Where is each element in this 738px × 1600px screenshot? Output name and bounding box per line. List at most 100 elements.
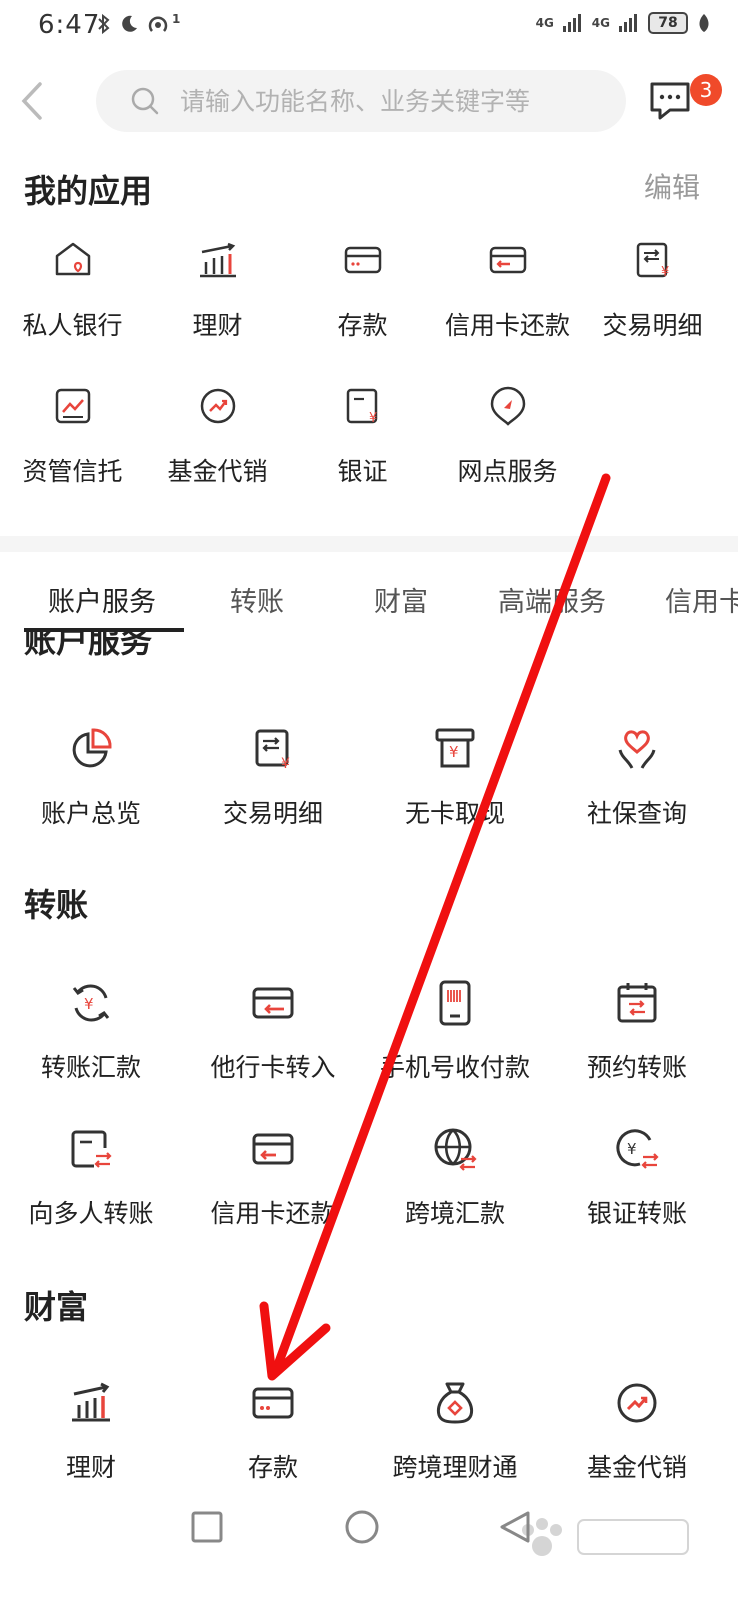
item-deposit[interactable]: 存款 — [182, 1378, 364, 1484]
wealth-chart-icon — [199, 242, 236, 278]
tab-wealth[interactable]: 财富 — [374, 580, 428, 619]
search-input[interactable] — [180, 84, 610, 118]
atm-cash-icon: ¥ — [435, 728, 475, 768]
svg-text:¥: ¥ — [449, 743, 459, 761]
category-tabs: 账户服务 转账 财富 高端服务 信用卡 — [0, 566, 738, 636]
item-cardless-cash[interactable]: ¥ 无卡取现 — [364, 724, 546, 830]
app-fund[interactable]: 基金代销 — [145, 382, 290, 512]
app-deposit[interactable]: 存款 — [290, 236, 435, 366]
transfer-remit-icon: ¥ — [72, 984, 110, 1022]
bank-securities-icon: ¥ — [346, 388, 377, 426]
app-private-bank[interactable]: 私人银行 — [0, 236, 145, 366]
tab-premium-service[interactable]: 高端服务 — [498, 580, 606, 619]
account-section-title-text: 账户服务 — [24, 630, 153, 660]
app-credit-repay[interactable]: 信用卡还款 — [435, 236, 580, 366]
tab-transfer[interactable]: 转账 — [230, 580, 284, 619]
item-transaction-detail[interactable]: ¥ 交易明细 — [182, 724, 364, 830]
fund-icon — [200, 388, 235, 424]
other-bank-card-icon — [252, 987, 294, 1019]
item-label: 交易明细 — [222, 799, 323, 828]
recent-apps-icon[interactable] — [190, 1510, 224, 1544]
app-label: 交易明细 — [602, 311, 703, 340]
message-icon[interactable] — [648, 76, 692, 126]
status-bar: 6:47 1 4G 4G 78 — [0, 0, 738, 52]
app-wealth[interactable]: 理财 — [145, 236, 290, 366]
item-credit-card-repay[interactable]: 信用卡还款 — [182, 1124, 364, 1230]
wealth-section-title: 财富 — [24, 1288, 89, 1326]
network-type-1: 4G — [535, 16, 554, 30]
item-cross-border-wealth-connect[interactable]: 跨境理财通 — [364, 1378, 546, 1484]
item-label: 无卡取现 — [404, 799, 505, 828]
asset-trust-icon — [55, 388, 90, 424]
network-type-2: 4G — [591, 16, 610, 30]
item-label: 账户总览 — [40, 799, 141, 828]
account-section-title: 账户服务 — [24, 630, 224, 662]
tab-credit-card[interactable]: 信用卡 — [665, 580, 738, 619]
app-asset-trust[interactable]: 资管信托 — [0, 382, 145, 512]
search-icon — [131, 87, 159, 115]
credit-card-repay-icon — [252, 1133, 294, 1165]
item-label: 理财 — [65, 1453, 116, 1482]
item-fund[interactable]: 基金代销 — [546, 1378, 728, 1484]
app-label: 信用卡还款 — [444, 311, 570, 340]
hotspot-icon — [148, 16, 168, 32]
svg-text:¥: ¥ — [627, 1140, 637, 1158]
money-bag-icon — [436, 1382, 474, 1424]
svg-text:¥: ¥ — [84, 995, 94, 1013]
tab-account-service[interactable]: 账户服务 — [48, 580, 156, 619]
my-apps-title: 我的应用 — [24, 172, 153, 210]
item-social-security[interactable]: 社保查询 — [546, 724, 728, 830]
app-branch-service[interactable]: 网点服务 — [435, 382, 580, 512]
item-label: 社保查询 — [586, 799, 687, 828]
app-bank-securities[interactable]: ¥ 银证 — [290, 382, 435, 512]
leaf-icon — [699, 14, 709, 32]
item-label: 存款 — [247, 1453, 298, 1482]
home-icon[interactable] — [344, 1509, 380, 1545]
item-label: 转账汇款 — [40, 1053, 141, 1082]
item-transfer-remit[interactable]: ¥ 转账汇款 — [0, 978, 182, 1084]
signal-icon — [562, 14, 581, 32]
item-label: 预约转账 — [586, 1053, 687, 1082]
transfer-section-title: 转账 — [24, 886, 89, 924]
item-label: 银证转账 — [586, 1199, 687, 1228]
app-label: 网点服务 — [457, 457, 558, 486]
item-label: 向多人转账 — [28, 1199, 154, 1228]
svg-text:¥: ¥ — [281, 756, 290, 772]
app-label: 存款 — [337, 311, 388, 340]
status-icons-right: 4G 4G 78 — [536, 12, 712, 34]
search-box[interactable] — [96, 70, 626, 132]
item-scheduled-transfer[interactable]: 预约转账 — [546, 978, 728, 1084]
securities-transfer-icon: ¥ — [616, 1129, 659, 1169]
section-divider — [0, 536, 738, 552]
item-label: 信用卡还款 — [210, 1199, 336, 1228]
back-arrow-icon[interactable] — [16, 80, 50, 122]
app-label: 私人银行 — [22, 311, 123, 340]
item-multi-transfer[interactable]: 向多人转账 — [0, 1124, 182, 1230]
item-securities-transfer[interactable]: ¥ 银证转账 — [546, 1124, 728, 1230]
item-phone-pay[interactable]: 手机号收付款 — [364, 978, 546, 1084]
phone-pay-icon — [439, 980, 471, 1026]
item-wealth[interactable]: 理财 — [0, 1378, 182, 1484]
signal-icon-2 — [619, 14, 637, 32]
item-account-overview[interactable]: 账户总览 — [0, 724, 182, 830]
moon-icon — [122, 15, 137, 32]
status-icons-left: 1 — [96, 12, 180, 36]
credit-card-repay-icon — [489, 246, 526, 274]
transaction-detail-icon: ¥ — [255, 729, 290, 772]
svg-text:¥: ¥ — [369, 411, 377, 426]
scheduled-transfer-icon — [617, 983, 657, 1023]
hotspot-count: 1 — [172, 12, 181, 26]
item-cross-border-remit[interactable]: 跨境汇款 — [364, 1124, 546, 1230]
pie-chart-icon — [72, 728, 112, 768]
item-label: 手机号收付款 — [379, 1053, 530, 1082]
top-bar: 3 — [0, 68, 738, 134]
edit-button[interactable]: 编辑 — [644, 166, 700, 206]
app-transaction-detail[interactable]: ¥ 交易明细 — [580, 236, 725, 366]
app-label: 基金代销 — [167, 457, 268, 486]
app-label: 理财 — [192, 311, 243, 340]
item-label: 跨境理财通 — [392, 1453, 518, 1482]
item-label: 跨境汇款 — [404, 1199, 505, 1228]
svg-text:¥: ¥ — [661, 265, 669, 280]
message-badge: 3 — [690, 74, 722, 106]
item-other-bank-card[interactable]: 他行卡转入 — [182, 978, 364, 1084]
